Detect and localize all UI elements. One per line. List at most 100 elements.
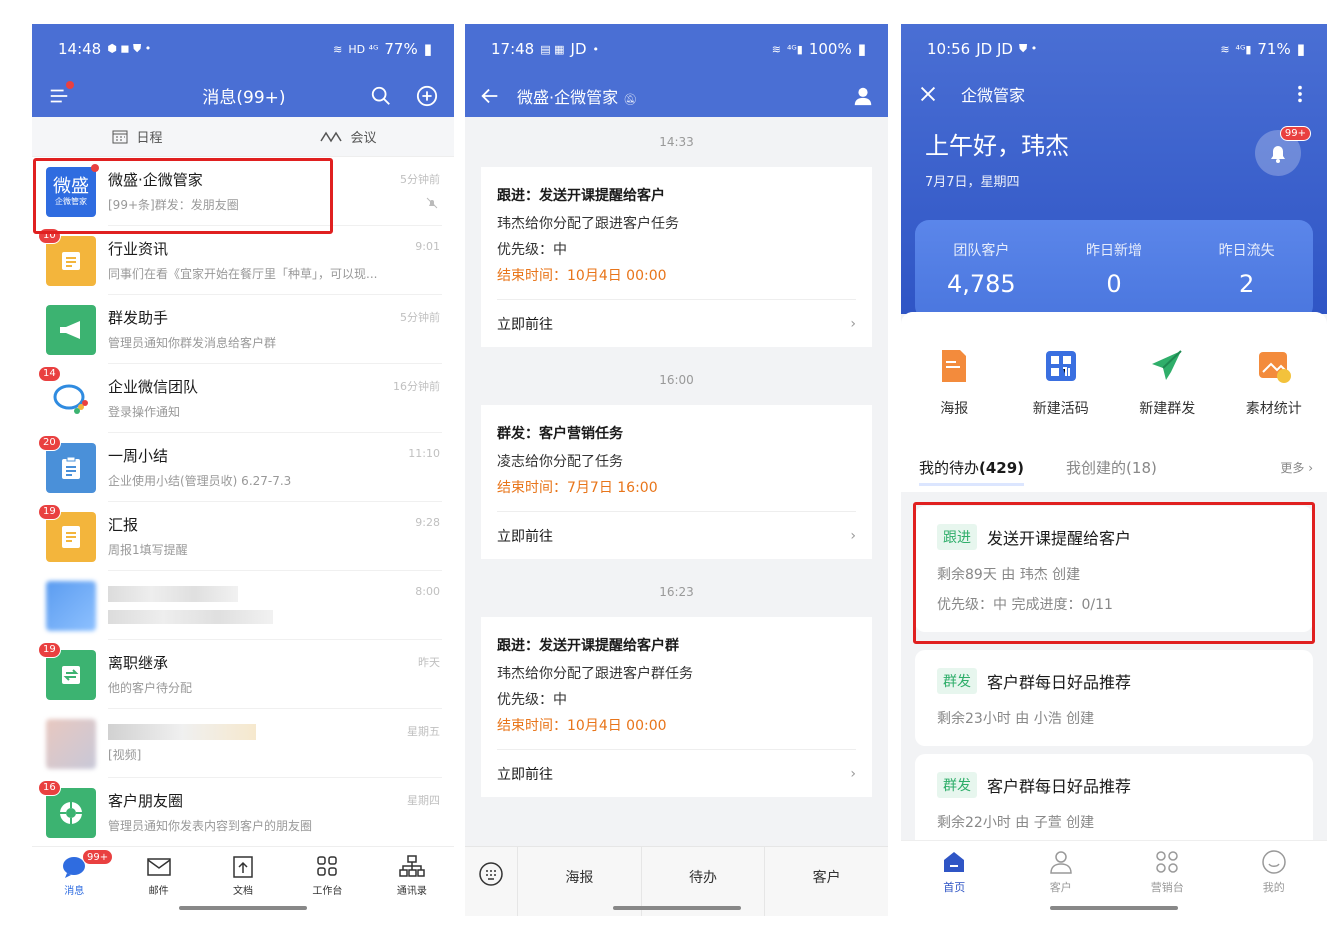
tab-meeting[interactable]: 会议 [243, 117, 454, 156]
signal-icon: ⁴ᴳ▮ [787, 42, 803, 56]
todo-card[interactable]: 群发 客户群每日好品推荐 剩余23小时 由 小浩 创建 [915, 650, 1313, 746]
todo-title: 客户群每日好品推荐 [987, 777, 1132, 796]
quick-new-live-code[interactable]: 新建活码 [1008, 348, 1115, 442]
status-time: 14:48 [58, 40, 102, 58]
nav-bar: 消息(99+) [32, 74, 454, 117]
profile-button[interactable] [850, 83, 876, 109]
arrow-left-icon [481, 88, 498, 103]
nav-home[interactable]: 首页 [901, 841, 1008, 916]
task-card: 群发：客户营销任务 凌志给你分配了任务 结束时间：7月7日 16:00 立即前往… [481, 405, 872, 559]
message-title: 企业微信团队 [108, 378, 199, 396]
notification-bell-button[interactable]: 99+ [1255, 126, 1311, 176]
battery-icon: ▮ [423, 40, 432, 58]
tab-schedule-label: 日程 [136, 131, 163, 146]
nav-customers[interactable]: 客户 [1008, 841, 1115, 916]
list-item[interactable]: 19 离职继承 他的客户待分配 昨天 [32, 640, 454, 709]
person-icon [854, 87, 872, 105]
header: 17:48 ▤ ▦ JD • ≋ ⁴ᴳ▮ 100% ▮ 微盛·企微管家 🔕︎ [465, 24, 888, 117]
go-now-link[interactable]: 立即前往 › [497, 511, 856, 559]
keyboard-toggle[interactable] [465, 847, 517, 916]
message-preview: 他的客户待分配 [108, 681, 193, 695]
nav-label: 消息 [64, 886, 85, 897]
nav-label: 我的 [1262, 881, 1285, 894]
more-options-button[interactable] [1287, 81, 1313, 107]
chevron-right-icon: › [850, 315, 856, 332]
quick-label: 新建活码 [1032, 401, 1089, 417]
nav-messages[interactable]: 99+ 消息 [32, 847, 116, 916]
bell-badge: 99+ [1279, 126, 1311, 141]
user-icon [1049, 851, 1072, 874]
nav-me[interactable]: 我的 [1221, 841, 1328, 916]
message-preview: 登录操作通知 [108, 405, 181, 419]
tab-my-todos[interactable]: 我的待办(429) [919, 457, 1025, 486]
wifi-icon: ≋ [1220, 42, 1230, 56]
page-title: 消息(99+) [202, 88, 286, 108]
tab-created-by-me[interactable]: 我创建的(18) [1066, 457, 1157, 478]
menu-button[interactable] [46, 80, 74, 109]
poster-icon [942, 350, 967, 382]
list-item[interactable]: 14 企业微信团队 登录操作通知 16分钟前 [32, 364, 454, 433]
todo-meta: 剩余23小时 由 小浩 创建 [937, 711, 1095, 727]
quick-new-broadcast[interactable]: 新建群发 [1114, 348, 1221, 442]
avatar-blurred [46, 580, 96, 631]
unread-badge: 16 [38, 779, 61, 796]
list-item[interactable]: 20 一周小结 企业使用小结(管理员收) 6.27-7.3 11:10 [32, 433, 454, 502]
list-item[interactable]: 19 汇报 周报1填写提醒 9:28 [32, 502, 454, 571]
task-deadline: 结束时间：10月4日 00:00 [497, 268, 667, 284]
message-preview: 同事们在看《宜家开始在餐厅里「种草」，可以现... [108, 267, 378, 281]
chevron-right-icon: › [850, 765, 856, 782]
todo-card[interactable]: 群发 客户群每日好品推荐 剩余22小时 由 子萱 创建 [915, 754, 1313, 850]
search-button[interactable] [368, 83, 394, 109]
highlight-box [913, 502, 1315, 644]
plus-circle-icon [416, 85, 438, 106]
message-time: 5分钟前 [400, 311, 440, 324]
stat-team-customers[interactable]: 团队客户 4,785 [915, 220, 1048, 320]
bottom-nav: 首页 客户 营销台 我的 [901, 840, 1327, 916]
stat-lost-yesterday[interactable]: 昨日流失 2 [1180, 220, 1313, 320]
tab-meeting-label: 会议 [350, 131, 377, 146]
message-preview: 企业使用小结(管理员收) 6.27-7.3 [108, 474, 292, 488]
tab-schedule[interactable]: 日程 [32, 117, 243, 156]
smile-icon [1262, 850, 1286, 874]
quick-poster[interactable]: 海报 [901, 348, 1008, 442]
battery-level: 100% [808, 40, 852, 58]
list-item[interactable]: 8:00 [32, 571, 454, 640]
blurred-title [108, 586, 238, 602]
list-item[interactable]: [视频] 星期五 [32, 709, 454, 778]
go-now-label: 立即前往 [497, 528, 553, 545]
nav-marketing[interactable]: 营销台 [1114, 841, 1221, 916]
nav-label: 通讯录 [396, 886, 427, 897]
status-bar: 10:56 JD JD ⛊ • ≋ ⁴ᴳ▮ 71% ▮ [901, 24, 1327, 74]
nav-contacts[interactable]: 通讯录 [370, 847, 454, 916]
message-title: 汇报 [108, 516, 139, 534]
home-indicator [612, 906, 741, 910]
menu-label: 待办 [689, 870, 717, 886]
menu-customer[interactable]: 客户 [764, 847, 888, 916]
go-now-link[interactable]: 立即前往 › [497, 299, 856, 347]
task-title: 群发：客户营销任务 [497, 426, 623, 442]
list-item[interactable]: 10 行业资讯 同事们在看《宜家开始在餐厅里「种草」，可以现... 9:01 [32, 226, 454, 295]
more-link[interactable]: 更多 › [1280, 459, 1313, 476]
back-button[interactable] [477, 83, 503, 109]
task-title: 跟进：发送开课提醒给客户群 [497, 638, 679, 654]
todo-tag: 群发 [937, 668, 977, 694]
clipboard-icon [62, 456, 80, 479]
list-item[interactable]: 16 客户朋友圈 管理员通知你发表内容到客户的朋友圈 星期四 [32, 778, 454, 847]
meeting-icon [320, 131, 343, 142]
tab-my-todos-count: (429) [979, 458, 1025, 477]
task-title: 跟进：发送开课提醒给客户 [497, 188, 665, 204]
stat-new-yesterday[interactable]: 昨日新增 0 [1048, 220, 1181, 320]
close-button[interactable] [915, 81, 941, 107]
unread-badge: 19 [38, 503, 61, 520]
phone-messages-screen: 14:48 ⬢ ◼ ⛊ • ≋ HD ⁴ᴳ 77% ▮ 消息(99+) 日程 会议 微盛… [32, 24, 454, 916]
status-time: 17:48 [491, 40, 535, 58]
timestamp: 16:00 [659, 373, 694, 387]
phone-dashboard-screen: 10:56 JD JD ⛊ • ≋ ⁴ᴳ▮ 71% ▮ 企微管家 上午好，玮杰 7月7日，… [901, 24, 1327, 916]
status-bar: 14:48 ⬢ ◼ ⛊ • ≋ HD ⁴ᴳ 77% ▮ [32, 24, 454, 74]
go-now-label: 立即前往 [497, 316, 553, 333]
add-button[interactable] [414, 83, 440, 109]
quick-material-stats[interactable]: 素材统计 [1221, 348, 1328, 442]
list-item[interactable]: 群发助手 管理员通知你群发消息给客户群 5分钟前 [32, 295, 454, 364]
home-icon [944, 852, 965, 872]
go-now-link[interactable]: 立即前往 › [497, 749, 856, 797]
